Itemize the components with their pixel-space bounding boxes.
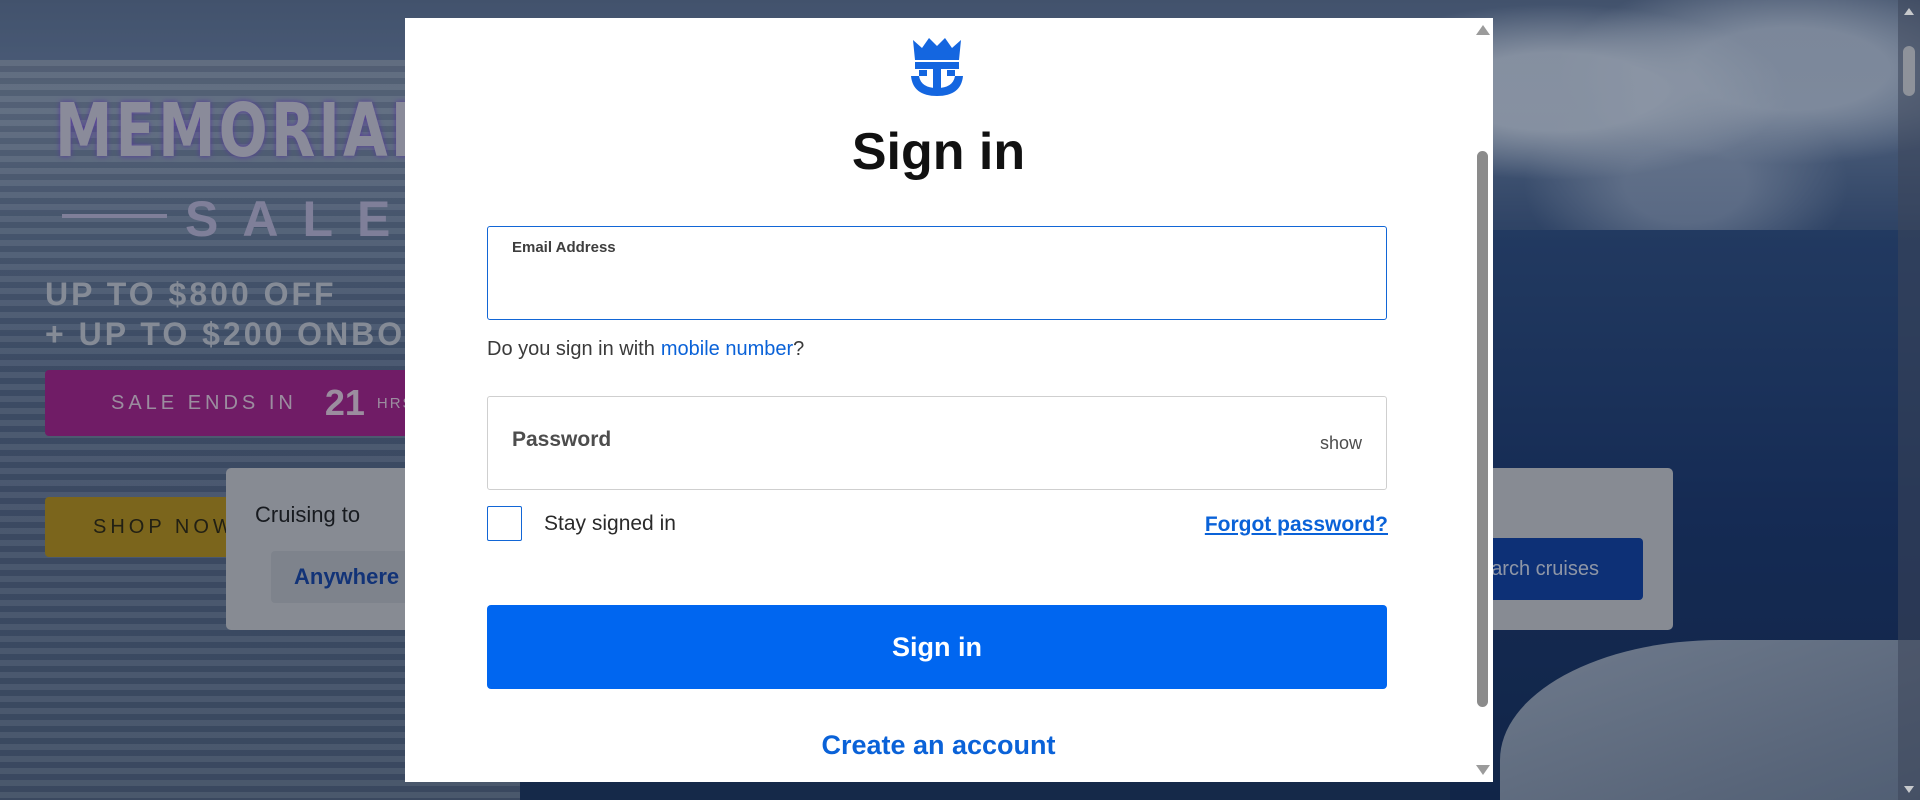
password-input[interactable]	[512, 457, 1292, 481]
mobile-prompt-suffix: ?	[793, 338, 805, 360]
modal-scroll-up-icon[interactable]	[1476, 25, 1490, 35]
stay-signed-in-label[interactable]: Stay signed in	[544, 512, 676, 536]
page-scroll-up-icon[interactable]	[1904, 8, 1914, 15]
mobile-signin-prompt: Do you sign in with mobile number?	[487, 338, 804, 361]
create-account-link[interactable]: Create an account	[405, 730, 1472, 761]
stay-signed-in[interactable]: Stay signed in	[487, 506, 676, 541]
modal-scroll-thumb[interactable]	[1477, 151, 1488, 707]
mobile-prompt-text: Do you sign in with	[487, 338, 655, 360]
modal-scroll-down-icon[interactable]	[1476, 765, 1490, 775]
modal-title: Sign in	[851, 123, 1026, 181]
password-field[interactable]: Password show	[487, 396, 1387, 490]
crown-anchor-logo-icon	[911, 38, 963, 96]
forgot-password-link[interactable]: Forgot password?	[1205, 513, 1388, 537]
mobile-number-link[interactable]: mobile number	[661, 338, 793, 360]
email-label: Email Address	[512, 239, 616, 256]
page-scrollbar[interactable]	[1898, 0, 1920, 800]
sign-in-button[interactable]: Sign in	[487, 605, 1387, 689]
show-password-toggle[interactable]: show	[1320, 433, 1362, 454]
page-scroll-down-icon[interactable]	[1904, 786, 1914, 793]
password-label: Password	[512, 428, 612, 451]
sign-in-modal: Sign in Email Address Do you sign in wit…	[405, 18, 1493, 782]
stay-signed-in-checkbox[interactable]	[487, 506, 522, 541]
modal-scrollbar[interactable]	[1472, 18, 1493, 782]
email-input[interactable]	[512, 267, 1362, 307]
page-scroll-thumb[interactable]	[1903, 46, 1915, 96]
email-field[interactable]: Email Address	[487, 226, 1387, 320]
